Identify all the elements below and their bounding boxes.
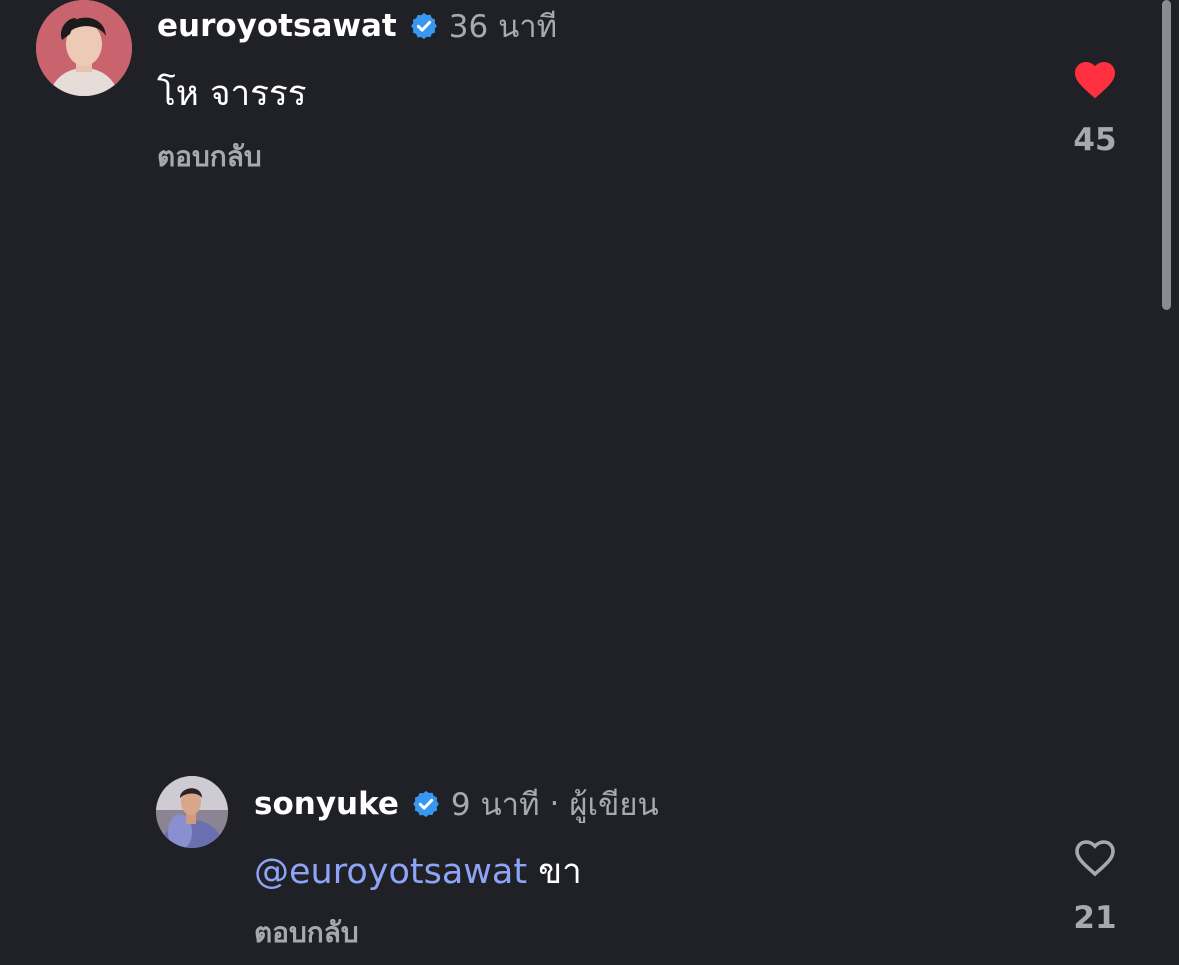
comment-item: sonyuke 9 นาที · ผู้เขียน @euroyotsawat …	[0, 770, 1179, 965]
like-control: 21	[1055, 834, 1135, 936]
reply-button[interactable]: ตอบกลับ	[254, 911, 359, 955]
timestamp: 9 นาที	[450, 787, 540, 823]
verified-badge-icon	[409, 11, 439, 41]
username[interactable]: sonyuke	[254, 786, 399, 822]
like-count: 45	[1073, 122, 1117, 158]
username[interactable]: euroyotsawat	[157, 8, 397, 44]
heart-outline-icon[interactable]	[1055, 834, 1135, 878]
comment-header: sonyuke 9 นาที · ผู้เขียน	[254, 782, 659, 826]
comment-header: euroyotsawat 36 นาที	[157, 4, 557, 48]
avatar[interactable]	[156, 776, 228, 848]
like-count: 21	[1073, 900, 1117, 936]
comment-text: @euroyotsawat ขา	[254, 844, 582, 899]
comment-text-body: ขา	[538, 852, 582, 892]
reply-button[interactable]: ตอบกลับ	[157, 135, 262, 179]
author-tag: ผู้เขียน	[569, 787, 659, 823]
timestamp: 36 นาที	[448, 9, 558, 45]
verified-badge-icon	[411, 789, 441, 819]
scrollbar[interactable]	[1162, 0, 1171, 310]
comment-item: euroyotsawat 36 นาที โห จาร​รร ตอบกลับ 4…	[0, 0, 1179, 200]
comment-text: โห จาร​รร	[157, 74, 307, 114]
like-control: 45	[1055, 56, 1135, 158]
avatar[interactable]	[36, 0, 132, 96]
heart-filled-icon[interactable]	[1055, 56, 1135, 100]
mention-link[interactable]: @euroyotsawat	[254, 852, 527, 892]
separator: ·	[549, 786, 560, 822]
